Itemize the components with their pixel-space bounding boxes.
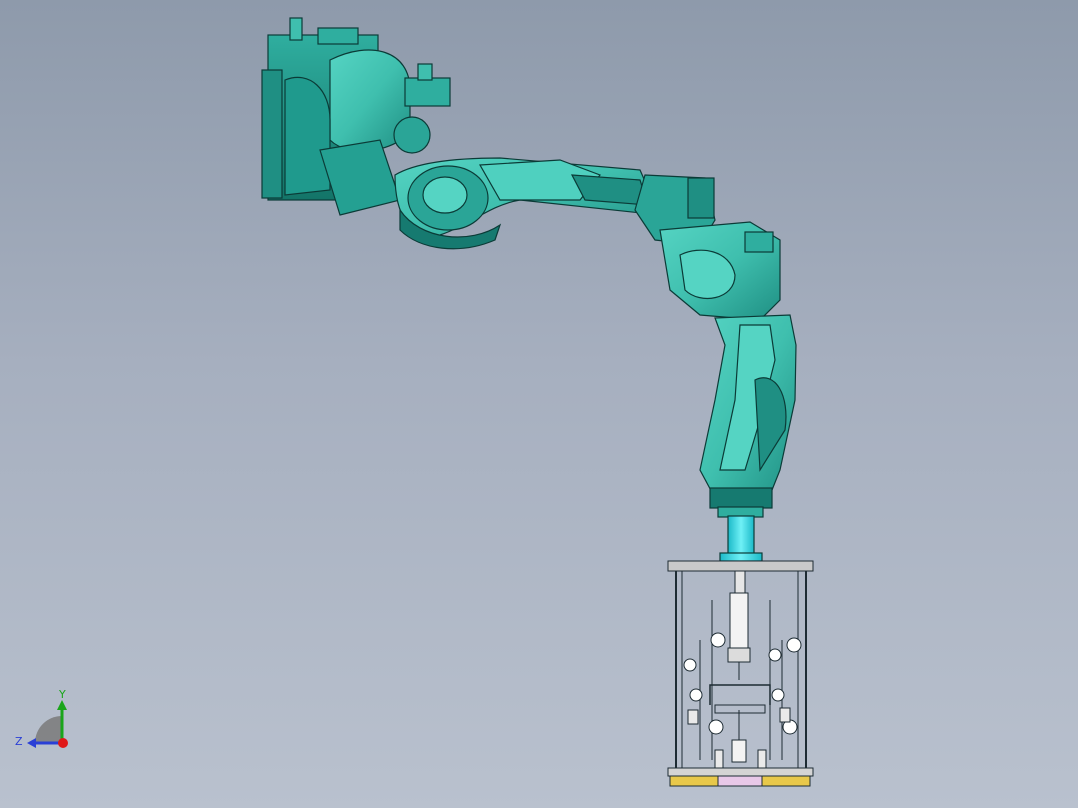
orientation-triad: Y Z <box>15 688 68 748</box>
coordinate-triad-icon <box>27 700 68 748</box>
y-axis-label: Y <box>58 688 66 701</box>
z-axis-label: Z <box>15 735 23 748</box>
graphics-viewport[interactable]: Y Z <box>0 0 1078 808</box>
